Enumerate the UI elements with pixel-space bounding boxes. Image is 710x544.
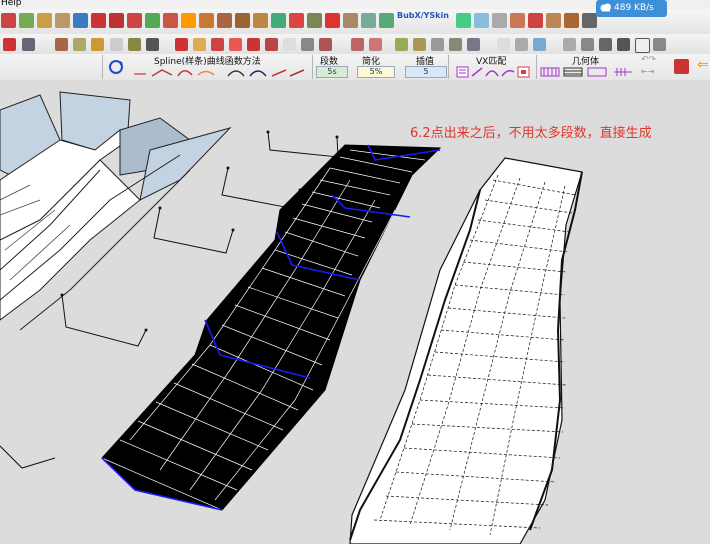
curve-icon[interactable] [199, 13, 214, 28]
bubx-label[interactable]: BubX/YSkin [397, 11, 449, 20]
line-icon[interactable] [91, 13, 106, 28]
menu-help[interactable]: Help [1, 0, 22, 8]
shell-icon[interactable] [343, 13, 358, 28]
view-front-icon[interactable] [395, 38, 408, 51]
wireframe-icon[interactable] [497, 38, 510, 51]
view-top-icon[interactable] [369, 38, 382, 51]
skin-icon[interactable] [379, 13, 394, 28]
twist-icon[interactable] [564, 13, 579, 28]
back-arrow-icon[interactable]: ⇐ [697, 57, 709, 73]
pipe-icon[interactable] [325, 13, 340, 28]
warehouse-icon[interactable] [617, 38, 630, 51]
pencil-icon[interactable] [55, 38, 68, 51]
view-back-icon[interactable] [431, 38, 444, 51]
circle-icon[interactable] [163, 13, 178, 28]
eraser-icon[interactable] [55, 13, 70, 28]
paint-icon[interactable] [37, 13, 52, 28]
weld-icon[interactable] [235, 13, 250, 28]
house-icon[interactable] [635, 38, 650, 53]
polygon-icon[interactable] [145, 13, 160, 28]
axes-icon[interactable] [128, 38, 141, 51]
section-icon[interactable] [319, 38, 332, 51]
cube-icon[interactable] [474, 13, 489, 28]
home-icon[interactable] [599, 38, 612, 51]
position-camera-icon[interactable] [283, 38, 296, 51]
zoom-icon[interactable] [211, 38, 224, 51]
toolbar-row-2 [0, 34, 710, 55]
group-divider [536, 55, 537, 79]
hidden-line-icon[interactable] [515, 38, 528, 51]
shaded-icon[interactable] [533, 38, 546, 51]
extrude-icon[interactable] [510, 13, 525, 28]
network-speed-badge: 489 KB/s [596, 0, 667, 17]
view-iso-icon[interactable] [351, 38, 364, 51]
protractor-icon[interactable] [91, 38, 104, 51]
loft-icon[interactable] [361, 13, 376, 28]
previous-view-icon[interactable] [265, 38, 278, 51]
viewport-3d[interactable] [0, 80, 710, 544]
interp-spinner[interactable]: 5 [405, 66, 447, 78]
redo-icon[interactable]: ⇤⇥ [641, 67, 654, 76]
hide-edge-icon[interactable] [3, 38, 16, 51]
exit-icon[interactable] [674, 59, 689, 74]
walk-icon[interactable] [146, 38, 159, 51]
view-left-icon[interactable] [449, 38, 462, 51]
knife-icon[interactable] [253, 13, 268, 28]
camera-icon[interactable] [22, 38, 35, 51]
freehand-icon[interactable] [109, 13, 124, 28]
segments-spinner[interactable]: 5s [316, 66, 348, 78]
undo-icon[interactable]: ↶↷ [641, 55, 656, 65]
group-divider [312, 55, 313, 79]
hide-icon[interactable] [492, 13, 507, 28]
move-icon[interactable] [73, 38, 86, 51]
box-icon[interactable] [307, 13, 322, 28]
view-right-icon[interactable] [413, 38, 426, 51]
network-speed-text: 489 KB/s [614, 3, 654, 13]
spline-refresh-icon[interactable] [107, 58, 125, 76]
text-icon[interactable] [110, 38, 123, 51]
bezier-icon[interactable] [217, 13, 232, 28]
grid-icon[interactable] [582, 13, 597, 28]
pan-icon[interactable] [193, 38, 206, 51]
textured-icon[interactable] [563, 38, 576, 51]
cloud-icon [600, 3, 611, 12]
bend-icon[interactable] [546, 13, 561, 28]
spline-curve-icons [134, 69, 305, 77]
vx-match-icons[interactable] [456, 66, 534, 78]
orbit-icon[interactable] [175, 38, 188, 51]
cut-icon[interactable] [289, 13, 304, 28]
component-icon[interactable] [19, 13, 34, 28]
offset-icon[interactable] [528, 13, 543, 28]
group-divider [102, 55, 103, 79]
zoom-extents-icon[interactable] [247, 38, 260, 51]
look-around-icon[interactable] [301, 38, 314, 51]
monochrome-icon[interactable] [581, 38, 594, 51]
annotation-text: 6.2点出来之后，不用太多段数，直接生成 [410, 126, 652, 141]
xray-icon[interactable] [467, 38, 480, 51]
group-divider [448, 55, 449, 79]
spiral-icon[interactable] [181, 13, 196, 28]
toolbar-row-3: 编辑 Spline(样条)曲线函数方法 段数 5s 简化 5% 插值 5 VX匹… [0, 54, 710, 123]
arc-icon[interactable] [127, 13, 142, 28]
rectangle-icon[interactable] [73, 13, 88, 28]
geometry-icons[interactable] [540, 66, 635, 78]
extension-icon[interactable] [653, 38, 666, 51]
sphere-icon[interactable] [456, 13, 471, 28]
simplify-spinner[interactable]: 5% [357, 66, 395, 78]
joint-icon[interactable] [271, 13, 286, 28]
select-tool-icon[interactable] [1, 13, 16, 28]
zoom-window-icon[interactable] [229, 38, 242, 51]
